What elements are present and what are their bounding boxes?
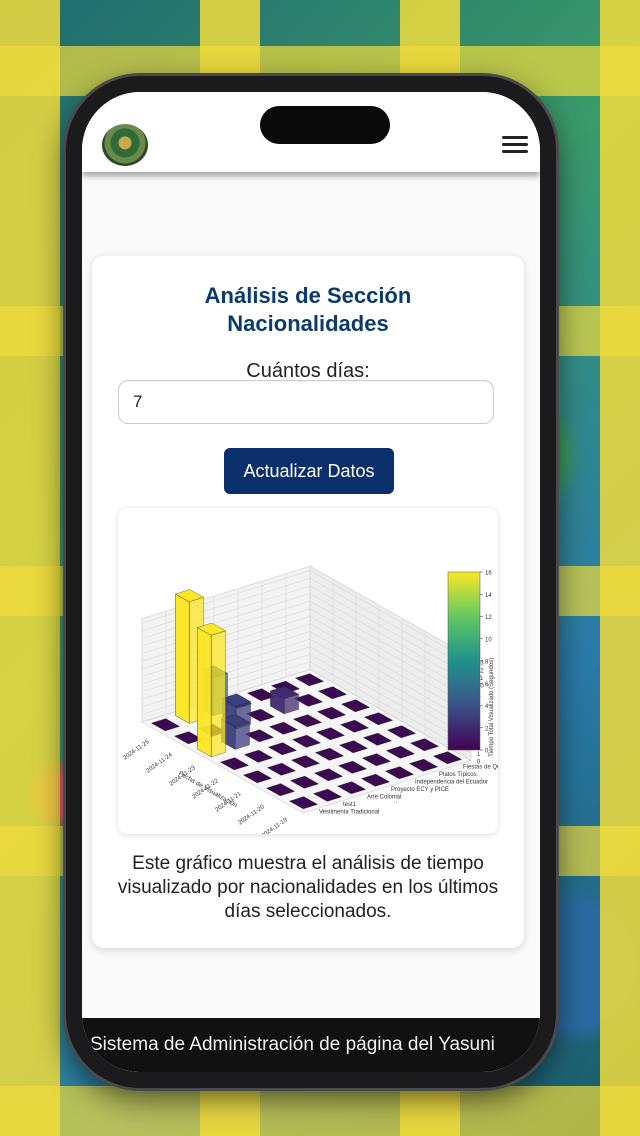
chart-3d-bar: 012345678910111213Tiempo Total Visualiza… <box>122 565 498 834</box>
chart-z-tick-label: 1 <box>477 752 481 758</box>
chart-container: 012345678910111213Tiempo Total Visualiza… <box>118 508 498 834</box>
chart-bar-face <box>197 627 212 758</box>
title-line-1: Análisis de Sección <box>204 283 412 308</box>
chart-bar-face <box>175 593 190 724</box>
chart-x-tick-label: 2024-11-20 <box>237 804 266 827</box>
chart-bar-side <box>234 721 250 750</box>
chart-x-tick-label: 2024-11-24 <box>145 752 174 775</box>
title-line-2: Nacionalidades <box>227 311 389 336</box>
footer: Sistema de Administración de página del … <box>82 1018 540 1072</box>
chart-y-tick-label: Platos Típicos <box>439 772 477 778</box>
update-data-button[interactable]: Actualizar Datos <box>224 448 394 494</box>
chart-bar-side <box>210 630 226 758</box>
footer-text: Sistema de Administración de página del … <box>90 1034 495 1055</box>
phone-screen: Análisis de Sección Nacionalidades Cuánt… <box>82 92 540 1072</box>
chart-description: Este gráfico muestra el análisis de tiem… <box>117 853 499 922</box>
chart-colorbar-tick-label: 12 <box>485 615 492 621</box>
page-title: Análisis de Sección Nacionalidades <box>92 282 524 338</box>
chart-colorbar-tick-label: 14 <box>485 593 492 599</box>
chart-z-axis-label: Tiempo Total Visualizado (Segundos) <box>489 658 495 757</box>
chart-y-tick-label: Fiestas de Quito <box>463 764 498 770</box>
chart-y-tick-label: Proyecto ECY y PICE <box>391 787 449 793</box>
main-content: Análisis de Sección Nacionalidades Cuánt… <box>82 172 540 1072</box>
chart-y-tick-label: Independencia del Ecuador <box>415 779 488 785</box>
analysis-card: Análisis de Sección Nacionalidades Cuánt… <box>92 256 524 948</box>
chart-x-axis-label: Fecha de Visualización <box>177 770 239 810</box>
hamburger-menu-icon[interactable] <box>502 132 528 158</box>
chart-y-tick-suffix: ... <box>394 798 399 804</box>
chart-y-tick-label: test1 <box>343 802 357 808</box>
dynamic-island <box>260 106 390 144</box>
chart-colorbar-tick-label: 16 <box>485 571 492 577</box>
yasuni-logo-icon[interactable] <box>102 124 148 166</box>
days-input[interactable]: 7 <box>118 380 494 424</box>
chart-x-tick-label: 2024-11-19 <box>260 817 289 834</box>
chart-x-tick-label: 2024-11-25 <box>122 739 151 762</box>
phone-frame: Análisis de Sección Nacionalidades Cuánt… <box>66 76 556 1088</box>
chart-y-tick-label: Vestimenta Tradicional <box>319 809 379 815</box>
chart-colorbar <box>447 571 481 751</box>
chart-colorbar-tick-label: 10 <box>485 637 492 643</box>
